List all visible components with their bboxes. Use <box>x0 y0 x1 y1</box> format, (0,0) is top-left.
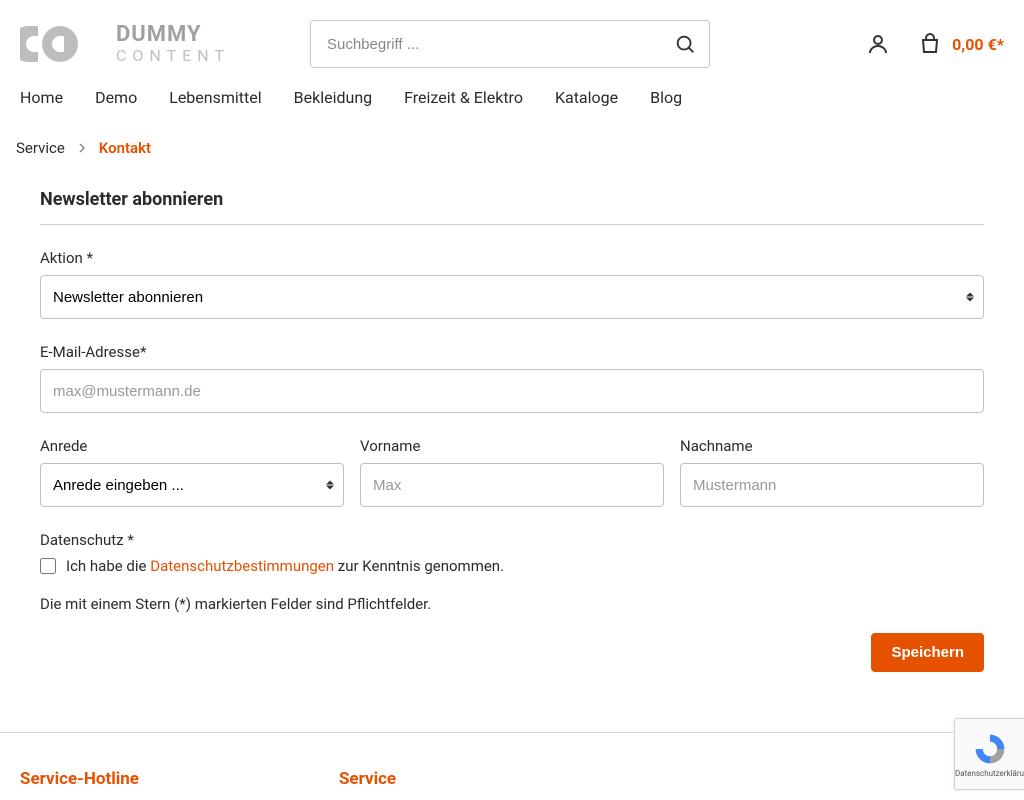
cart-button[interactable]: 0,00 €* <box>918 32 1004 56</box>
account-button[interactable] <box>862 28 894 60</box>
recaptcha-badge[interactable]: Datenschutzerkläru <box>954 718 1024 790</box>
required-note: Die mit einem Stern (*) markierten Felde… <box>40 595 984 613</box>
email-input[interactable] <box>40 369 984 413</box>
nav-item-demo[interactable]: Demo <box>95 88 137 107</box>
recaptcha-privacy-link[interactable]: Datenschutzerkläru <box>955 769 1024 778</box>
nav-item-lebensmittel[interactable]: Lebensmittel <box>169 88 261 107</box>
recaptcha-icon <box>972 731 1008 767</box>
privacy-text: Ich habe die Datenschutzbestimmungen zur… <box>66 557 504 575</box>
page-title: Newsletter abonnieren <box>40 189 984 225</box>
search-icon[interactable] <box>674 33 696 55</box>
nav-item-bekleidung[interactable]: Bekleidung <box>294 88 373 107</box>
logo-text-bottom: CONTENT <box>116 48 230 64</box>
content: Newsletter abonnieren Aktion * Newslette… <box>0 165 1024 702</box>
footer-hotline-heading: Service-Hotline <box>20 769 139 789</box>
footer: Service-Hotline Service <box>0 733 1024 789</box>
main-nav: Home Demo Lebensmittel Bekleidung Freize… <box>0 80 1024 127</box>
privacy-link[interactable]: Datenschutzbestimmungen <box>150 557 334 575</box>
salutation-label: Anrede <box>40 437 344 455</box>
field-email: E-Mail-Adresse* <box>40 343 984 413</box>
privacy-checkbox[interactable] <box>40 558 56 574</box>
field-lastname: Nachname <box>680 437 984 507</box>
user-icon <box>866 32 890 56</box>
nav-item-blog[interactable]: Blog <box>650 88 682 107</box>
nav-item-freizeit[interactable]: Freizeit & Elektro <box>404 88 523 107</box>
footer-service-heading: Service <box>339 769 396 789</box>
breadcrumb-service[interactable]: Service <box>16 139 65 157</box>
submit-button[interactable]: Speichern <box>871 633 984 672</box>
field-firstname: Vorname <box>360 437 664 507</box>
logo-text: DUMMY CONTENT <box>116 24 230 64</box>
header-right: 0,00 €* <box>862 28 1004 60</box>
lastname-input[interactable] <box>680 463 984 507</box>
field-action: Aktion * Newsletter abonnieren <box>40 249 984 319</box>
breadcrumb-kontakt[interactable]: Kontakt <box>99 139 151 157</box>
nav-item-home[interactable]: Home <box>20 88 63 107</box>
action-label: Aktion * <box>40 249 984 267</box>
chevron-right-icon <box>77 143 87 153</box>
field-salutation: Anrede Anrede eingeben ... <box>40 437 344 507</box>
privacy-label: Datenschutz * <box>40 531 984 549</box>
header: DUMMY CONTENT 0,00 €* <box>0 0 1024 80</box>
breadcrumb: Service Kontakt <box>0 127 1024 165</box>
logo[interactable]: DUMMY CONTENT <box>20 20 230 68</box>
logo-text-top: DUMMY <box>116 24 230 46</box>
firstname-input[interactable] <box>360 463 664 507</box>
firstname-label: Vorname <box>360 437 664 455</box>
email-label: E-Mail-Adresse* <box>40 343 984 361</box>
privacy-row: Ich habe die Datenschutzbestimmungen zur… <box>40 557 984 575</box>
logo-mark-icon <box>20 20 104 68</box>
search <box>310 20 710 68</box>
cart-amount: 0,00 €* <box>952 35 1004 54</box>
salutation-select[interactable]: Anrede eingeben ... <box>40 463 344 507</box>
search-input[interactable] <box>310 20 710 68</box>
lastname-label: Nachname <box>680 437 984 455</box>
nav-item-kataloge[interactable]: Kataloge <box>555 88 618 107</box>
action-select[interactable]: Newsletter abonnieren <box>40 275 984 319</box>
bag-icon <box>918 32 942 56</box>
